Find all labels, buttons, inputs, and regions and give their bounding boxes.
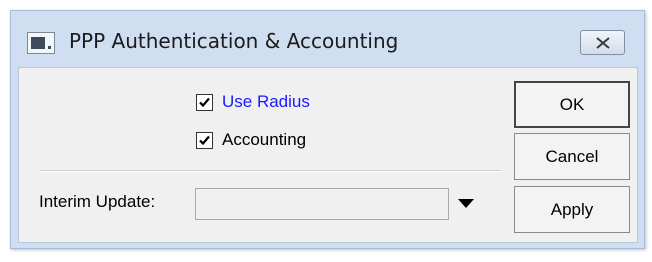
title-bar[interactable]: PPP Authentication & Accounting (11, 11, 644, 67)
use-radius-checkbox[interactable] (196, 93, 213, 111)
use-radius-label[interactable]: Use Radius (222, 92, 310, 112)
triangle-down-icon[interactable] (456, 196, 476, 210)
cancel-button[interactable]: Cancel (514, 133, 630, 180)
ok-button[interactable]: OK (514, 81, 630, 128)
dialog-window: PPP Authentication & Accounting Use Radi… (10, 10, 645, 249)
dialog-content: Use Radius Accounting Interim Update: OK… (18, 67, 638, 243)
checkmark-icon (199, 135, 210, 145)
close-icon (595, 36, 610, 49)
separator (40, 170, 502, 172)
interim-update-label: Interim Update: (39, 192, 156, 211)
apply-button[interactable]: Apply (514, 186, 630, 233)
accounting-option[interactable]: Accounting (196, 130, 306, 150)
use-radius-option[interactable]: Use Radius (196, 92, 310, 112)
interim-update-input[interactable] (195, 188, 449, 220)
window-title: PPP Authentication & Accounting (69, 29, 399, 53)
accounting-checkbox[interactable] (196, 131, 213, 149)
accounting-label[interactable]: Accounting (222, 130, 306, 150)
checkmark-icon (199, 97, 210, 107)
close-button[interactable] (580, 30, 625, 55)
window-icon (27, 32, 55, 54)
